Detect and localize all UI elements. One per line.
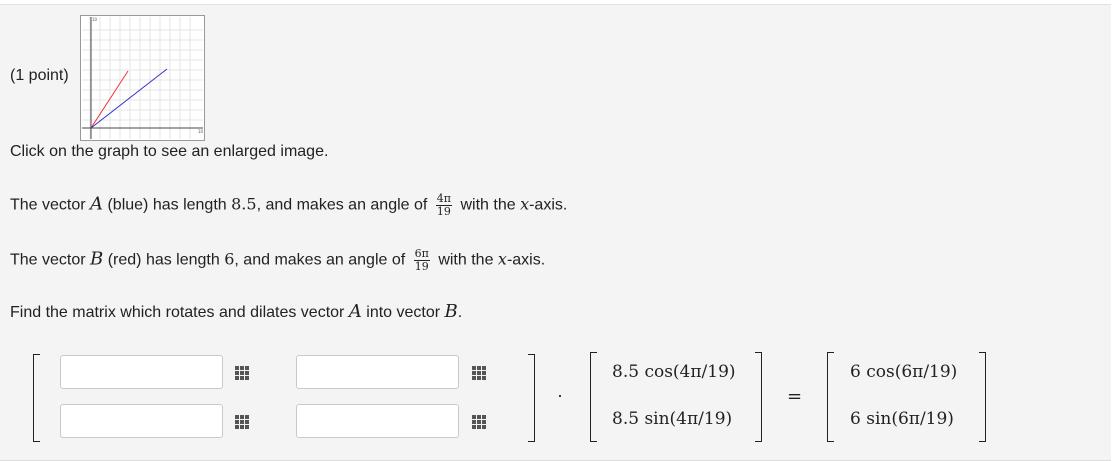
graph-thumbnail[interactable]: 10 10 — [80, 15, 205, 141]
matrix-input-r2c1[interactable] — [60, 404, 223, 438]
matrix-right-bracket — [528, 354, 535, 442]
vector-a-y: 8.5 sin(4π/19) — [612, 409, 733, 429]
enlarge-hint: Click on the graph to see an enlarged im… — [10, 143, 329, 160]
vector-b-left-bracket — [827, 352, 834, 442]
svg-text:10: 10 — [92, 17, 98, 22]
vector-b-x: 6 cos(6π/19) — [850, 362, 958, 382]
keypad-icon[interactable] — [235, 415, 250, 430]
vector-b-description: The vector B (red) has length 6, and mak… — [10, 247, 546, 273]
vector-b-angle: 6π 19 — [413, 247, 430, 273]
vector-b-name: B — [90, 248, 104, 270]
vector-a-angle: 4π 19 — [435, 192, 453, 218]
vector-b-length: 6 — [224, 249, 235, 269]
instruction: Find the matrix which rotates and dilate… — [10, 301, 463, 322]
vector-a-name: A — [90, 193, 104, 215]
vector-b-right-bracket — [979, 352, 986, 442]
equals-sign: = — [787, 386, 803, 407]
dot-operator: · — [557, 385, 563, 405]
svg-text:10: 10 — [198, 129, 204, 134]
vector-a-x: 8.5 cos(4π/19) — [612, 362, 736, 382]
matrix-input-r1c2[interactable] — [296, 355, 459, 389]
points-label: (1 point) — [10, 67, 69, 84]
vector-a-right-bracket — [755, 352, 762, 442]
matrix-left-bracket — [33, 354, 40, 442]
vector-a-length: 8.5 — [231, 194, 257, 214]
vector-a-description: The vector A (blue) has length 8.5, and … — [10, 192, 568, 218]
keypad-icon[interactable] — [235, 366, 250, 381]
vector-b-y: 6 sin(6π/19) — [850, 409, 954, 429]
keypad-icon[interactable] — [472, 366, 487, 381]
matrix-input-r1c1[interactable] — [60, 355, 223, 389]
keypad-icon[interactable] — [472, 415, 487, 430]
vector-a-left-bracket — [590, 352, 597, 442]
matrix-input-r2c2[interactable] — [296, 404, 459, 438]
